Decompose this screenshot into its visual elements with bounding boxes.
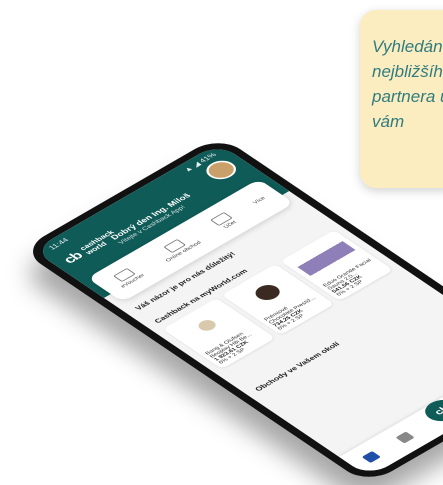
bottom-nav: cb ⋮	[339, 350, 443, 477]
tab-online-shop[interactable]: Online obchod	[153, 233, 203, 263]
cashback-logo-icon: cb	[60, 249, 87, 266]
callout-line: partnera u	[372, 87, 443, 106]
home-icon[interactable]	[361, 451, 381, 464]
callout-line: Vyhledání	[372, 37, 443, 56]
callout-line: nejbližšího	[372, 62, 443, 81]
section-title-shops: Obchody ve Vašem okolí	[253, 340, 342, 393]
more-link[interactable]: Více	[252, 196, 267, 205]
tab-evoucher[interactable]: eVoucher	[109, 265, 146, 289]
search-icon[interactable]	[395, 431, 415, 444]
tab-account[interactable]: Účet	[209, 211, 239, 231]
app-screen: 11:44 ▲ ◢ 41% cb cashback world Dobrý de…	[32, 143, 443, 477]
callout-box: Vyhledání nejbližšího partnera u vám	[360, 10, 443, 188]
cashback-fab-button[interactable]: cb	[418, 395, 443, 426]
callout-line: vám	[372, 112, 405, 131]
